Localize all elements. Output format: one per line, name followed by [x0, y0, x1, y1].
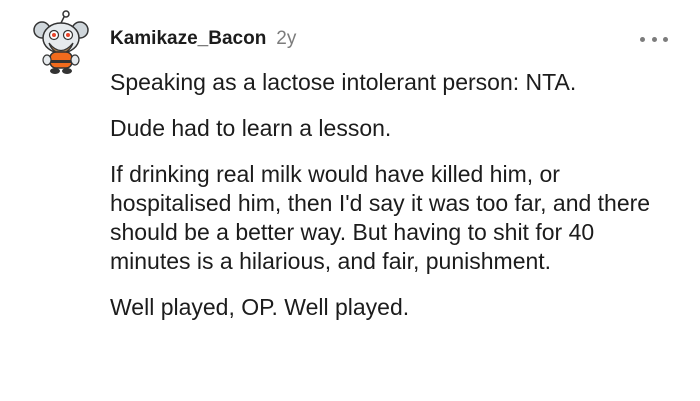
- comment-paragraph: Well played, OP. Well played.: [110, 294, 410, 320]
- comment-body: Speaking as a lactose intolerant person:…: [110, 68, 670, 339]
- comment-header: Kamikaze_Bacon 2y: [110, 28, 296, 50]
- comment-paragraph: Speaking as a lactose intolerant person:…: [110, 69, 577, 95]
- username-link[interactable]: Kamikaze_Bacon: [110, 28, 266, 50]
- dot-icon: [651, 36, 657, 42]
- comment-paragraph: Dude had to learn a lesson.: [110, 115, 392, 141]
- dot-icon: [640, 36, 645, 42]
- snoo-avatar-icon[interactable]: [30, 10, 92, 76]
- comment-paragraph: If drinking real milk would have killed …: [110, 161, 651, 274]
- comment: Kamikaze_Bacon 2y Speaking as a lactose …: [0, 0, 700, 401]
- dot-icon: [663, 36, 668, 42]
- more-options-icon[interactable]: [640, 32, 668, 46]
- comment-timestamp[interactable]: 2y: [276, 28, 296, 50]
